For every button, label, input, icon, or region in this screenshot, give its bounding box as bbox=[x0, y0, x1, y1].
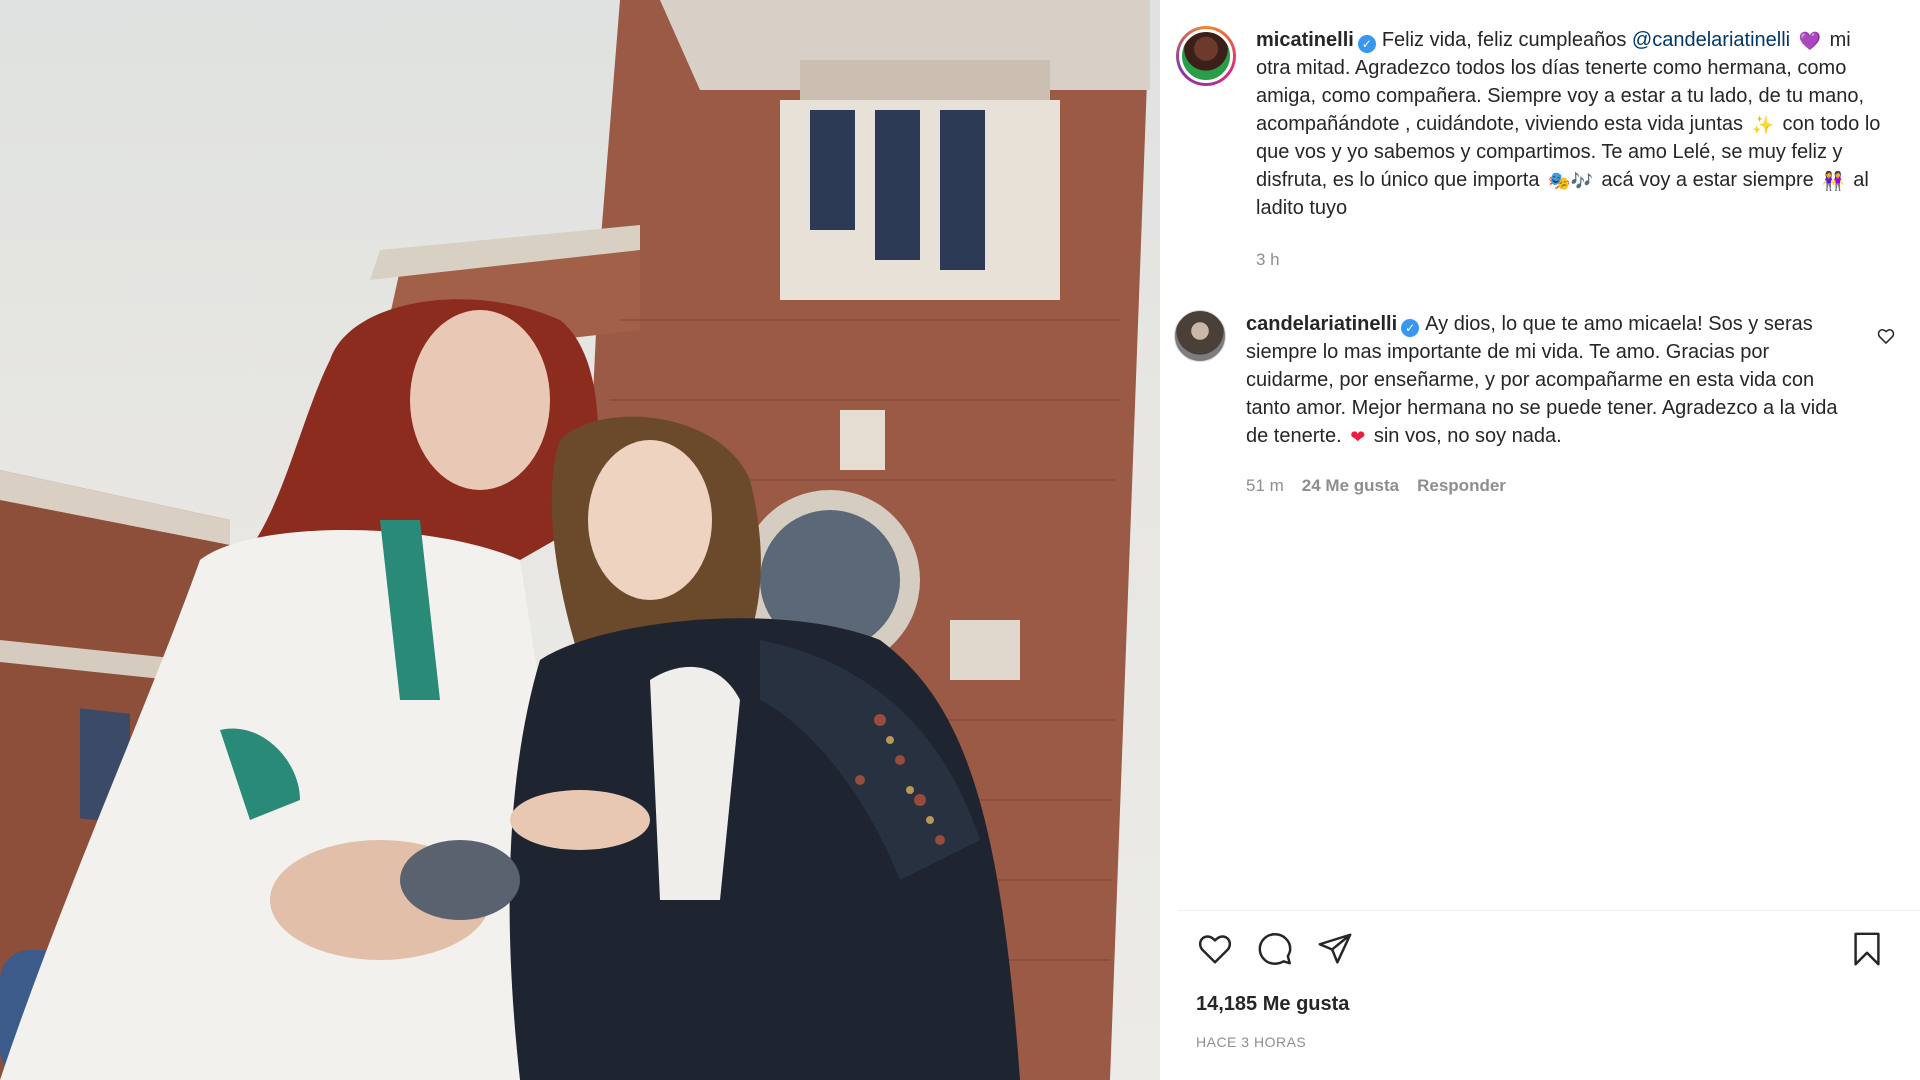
comment-meta: 51 m 24 Me gusta Responder bbox=[1246, 472, 1846, 500]
mention-link[interactable]: @candelariatinelli bbox=[1632, 29, 1790, 51]
comment-item: candelariatinelli ✓ Ay dios, lo que te amo… bbox=[1174, 310, 1864, 500]
bookmark-icon[interactable] bbox=[1848, 930, 1886, 968]
caption: micatinelli ✓ Feliz vida, feliz cumpleaños… bbox=[1176, 26, 1896, 274]
sisters-emoji: 👭 bbox=[1822, 171, 1845, 191]
comment-like-heart-icon[interactable] bbox=[1876, 326, 1896, 346]
commenter-username[interactable]: candelariatinelli bbox=[1246, 313, 1397, 335]
verified-icon: ✓ bbox=[1401, 319, 1420, 337]
post-photo-illustration bbox=[0, 0, 1150, 1080]
action-bar bbox=[1196, 930, 1354, 968]
red-heart-emoji: ❤ bbox=[1350, 427, 1366, 447]
verified-icon: ✓ bbox=[1357, 35, 1376, 53]
theater-music-emoji: 🎭🎶 bbox=[1548, 171, 1593, 191]
reply-button[interactable]: Responder bbox=[1417, 472, 1506, 500]
author-username[interactable]: micatinelli bbox=[1256, 29, 1354, 51]
share-icon[interactable] bbox=[1316, 930, 1354, 968]
caption-segment: Feliz vida, feliz cumpleaños bbox=[1381, 29, 1632, 51]
comment-likes[interactable]: 24 Me gusta bbox=[1302, 472, 1399, 500]
comment-segment: sin vos, no soy nada. bbox=[1368, 425, 1562, 447]
comment-time[interactable]: 51 m bbox=[1246, 472, 1284, 500]
actions-divider bbox=[1178, 910, 1920, 911]
caption-time[interactable]: 3 h bbox=[1256, 246, 1280, 274]
post-time-ago[interactable]: HACE 3 HORAS bbox=[1196, 1034, 1306, 1050]
commenter-avatar[interactable] bbox=[1174, 310, 1226, 362]
caption-meta: 3 h bbox=[1256, 246, 1886, 274]
caption-segment: acá voy a estar siempre bbox=[1595, 169, 1820, 191]
author-avatar[interactable] bbox=[1176, 26, 1236, 86]
comment-icon[interactable] bbox=[1256, 930, 1294, 968]
comments-panel: micatinelli ✓ Feliz vida, feliz cumpleaños… bbox=[1160, 0, 1920, 1080]
caption-text: micatinelli ✓ Feliz vida, feliz cumpleaños… bbox=[1256, 26, 1886, 274]
post-likes-count[interactable]: 14,185 Me gusta bbox=[1196, 993, 1349, 1016]
post-photo bbox=[0, 0, 1160, 1080]
purple-heart-emoji: 💜 bbox=[1798, 31, 1822, 51]
comment-text: candelariatinelli ✓ Ay dios, lo que te amo… bbox=[1246, 310, 1846, 500]
heart-icon[interactable] bbox=[1196, 930, 1234, 968]
sparkle-emoji: ✨ bbox=[1751, 115, 1774, 135]
